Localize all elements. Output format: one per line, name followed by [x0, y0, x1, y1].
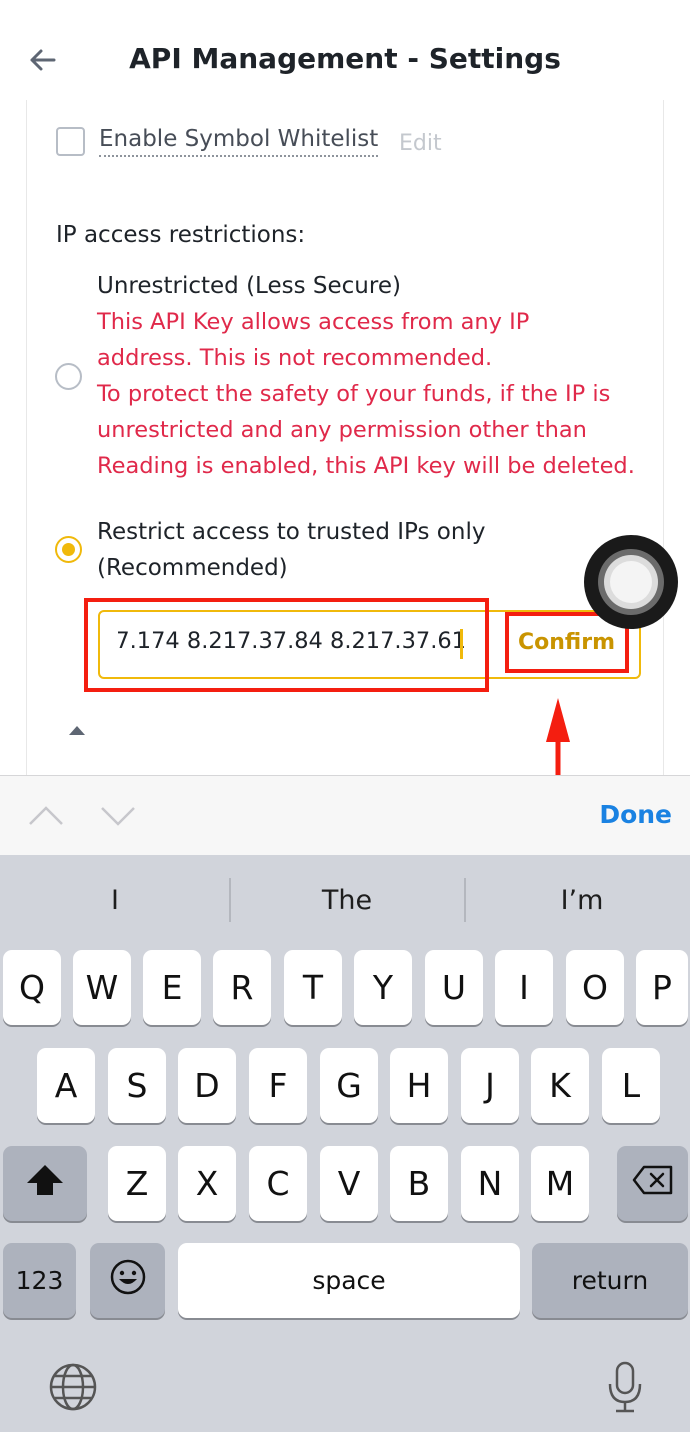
- unrestricted-radio[interactable]: [55, 363, 82, 390]
- emoji-icon: [109, 1258, 147, 1304]
- key-c[interactable]: C: [249, 1146, 307, 1221]
- warning-line: To protect the safety of your funds, if …: [97, 381, 611, 407]
- key-i[interactable]: I: [495, 950, 553, 1025]
- prediction-divider: [229, 878, 231, 922]
- key-s[interactable]: S: [108, 1048, 166, 1123]
- keyboard: [0, 855, 690, 1432]
- emoji-key[interactable]: [90, 1243, 165, 1318]
- key-p[interactable]: P: [636, 950, 688, 1025]
- page-title: API Management - Settings: [129, 42, 561, 75]
- warning-line: address. This is not recommended.: [97, 345, 493, 371]
- annotation-box-ip-input: [84, 598, 489, 692]
- shift-key[interactable]: [3, 1146, 87, 1221]
- key-h[interactable]: H: [390, 1048, 448, 1123]
- key-f[interactable]: F: [249, 1048, 307, 1123]
- key-x[interactable]: X: [178, 1146, 236, 1221]
- done-button[interactable]: Done: [599, 800, 672, 829]
- restricted-radio[interactable]: [55, 536, 82, 563]
- key-o[interactable]: O: [566, 950, 624, 1025]
- microphone-icon[interactable]: [605, 1360, 645, 1414]
- whitelist-edit-link[interactable]: Edit: [399, 131, 442, 156]
- key-k[interactable]: K: [531, 1048, 589, 1123]
- key-a[interactable]: A: [37, 1048, 95, 1123]
- return-key[interactable]: return: [532, 1243, 688, 1318]
- key-w[interactable]: W: [73, 950, 131, 1025]
- symbol-whitelist-label[interactable]: Enable Symbol Whitelist: [99, 126, 379, 157]
- assistive-touch-icon[interactable]: [577, 534, 685, 630]
- backspace-icon: [632, 1164, 674, 1203]
- key-e[interactable]: E: [143, 950, 201, 1025]
- key-u[interactable]: U: [425, 950, 483, 1025]
- key-q[interactable]: Q: [3, 950, 61, 1025]
- prediction-2[interactable]: The: [232, 885, 462, 916]
- chevron-up-icon[interactable]: [26, 800, 66, 830]
- key-l[interactable]: L: [602, 1048, 660, 1123]
- prediction-3[interactable]: I’m: [467, 885, 690, 916]
- radio-selected-dot: [62, 543, 75, 556]
- key-d[interactable]: D: [178, 1048, 236, 1123]
- warning-line: Reading is enabled, this API key will be…: [97, 453, 635, 479]
- numbers-key[interactable]: 123: [3, 1243, 76, 1318]
- unrestricted-option-title[interactable]: Unrestricted (Less Secure): [97, 268, 401, 304]
- symbol-whitelist-checkbox[interactable]: [56, 127, 85, 156]
- warning-line: This API Key allows access from any IP: [97, 309, 530, 335]
- space-key[interactable]: space: [178, 1243, 520, 1318]
- ip-restrictions-label: IP access restrictions:: [56, 222, 306, 248]
- prediction-1[interactable]: I: [0, 885, 230, 916]
- prediction-divider: [464, 878, 466, 922]
- chevron-down-icon[interactable]: [98, 800, 138, 830]
- delete-key[interactable]: [617, 1146, 688, 1221]
- key-v[interactable]: V: [320, 1146, 378, 1221]
- collapse-caret-icon[interactable]: [69, 726, 85, 735]
- key-g[interactable]: G: [320, 1048, 378, 1123]
- key-y[interactable]: Y: [354, 950, 412, 1025]
- key-m[interactable]: M: [531, 1146, 589, 1221]
- unrestricted-warning: This API Key allows access from any IP a…: [97, 304, 657, 484]
- restricted-title-line: (Recommended): [97, 555, 288, 581]
- key-z[interactable]: Z: [108, 1146, 166, 1221]
- key-b[interactable]: B: [390, 1146, 448, 1221]
- key-j[interactable]: J: [461, 1048, 519, 1123]
- restricted-option-title[interactable]: Restrict access to trusted IPs only (Rec…: [97, 514, 485, 586]
- key-n[interactable]: N: [461, 1146, 519, 1221]
- shift-icon: [25, 1163, 65, 1205]
- header: API Management - Settings: [0, 0, 690, 110]
- globe-icon[interactable]: [48, 1362, 98, 1412]
- restricted-title-line: Restrict access to trusted IPs only: [97, 519, 486, 545]
- key-r[interactable]: R: [213, 950, 271, 1025]
- key-t[interactable]: T: [284, 950, 342, 1025]
- warning-line: unrestricted and any permission other th…: [97, 417, 587, 443]
